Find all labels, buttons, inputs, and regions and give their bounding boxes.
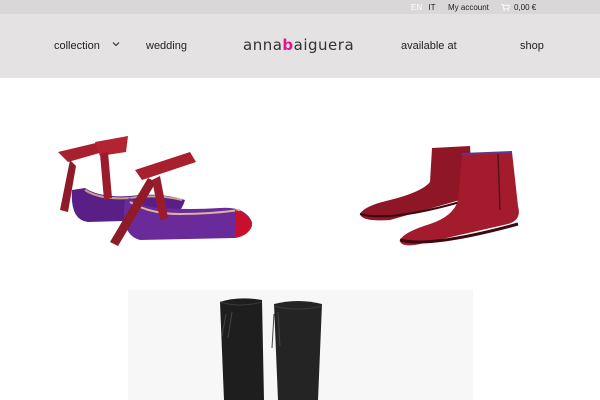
- main-header: collection wedding annabaiguera availabl…: [0, 14, 600, 78]
- cart-total: 0,00 €: [514, 3, 537, 12]
- logo-text-part1: anna: [243, 36, 283, 54]
- chevron-down-icon[interactable]: [112, 40, 120, 48]
- cart-link[interactable]: 0,00 €: [501, 3, 536, 12]
- logo-text-accent: b: [282, 36, 294, 54]
- lang-en-link[interactable]: EN: [411, 3, 422, 12]
- my-account-link[interactable]: My account: [448, 3, 489, 12]
- lang-it-link[interactable]: IT: [428, 3, 435, 12]
- nav-available-at[interactable]: available at: [401, 40, 457, 52]
- product-ankle-boots-image[interactable]: [350, 140, 530, 255]
- language-switcher: EN IT: [411, 3, 435, 12]
- ballet-flats-illustration: [58, 136, 252, 246]
- ankle-boots-illustration: [359, 146, 519, 246]
- cart-icon: [501, 4, 510, 11]
- brand-logo[interactable]: annabaiguera: [243, 36, 354, 56]
- nav-shop[interactable]: shop: [520, 40, 544, 52]
- tall-boots-illustration: [219, 298, 323, 400]
- product-tall-boots-image[interactable]: [128, 290, 473, 400]
- logo-text-part3: aiguera: [293, 36, 355, 54]
- product-ballet-flats-image[interactable]: [40, 130, 260, 255]
- nav-wedding[interactable]: wedding: [146, 40, 187, 52]
- nav-collection[interactable]: collection: [54, 40, 100, 52]
- top-utility-bar: EN IT My account 0,00 €: [0, 0, 600, 14]
